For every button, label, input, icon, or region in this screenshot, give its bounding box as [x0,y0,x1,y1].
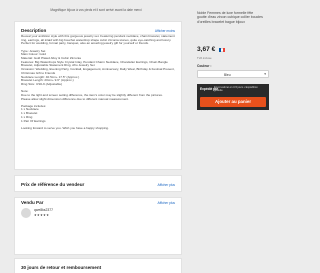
show-less-link[interactable]: Afficher moins [155,29,175,33]
product-price: 3,67 € [197,46,216,53]
add-to-cart-button[interactable]: Ajouter au panier [200,97,266,107]
france-flag-icon [219,48,225,52]
description-closing: Looking forward to serve you. Wish you h… [21,125,109,130]
shipping-text: Envoi estimé en 3-5 jours • Expédition g… [214,86,258,92]
description-note: Note: Due to the light and screen settin… [21,89,163,101]
returns-title: 30 jours de retour et remboursement [21,265,102,270]
color-select[interactable]: Bleu ▾ [197,70,269,78]
sold-by-more-link[interactable]: Afficher plus [158,201,175,205]
seller-reference-more-link[interactable]: Afficher plus [158,183,175,187]
sold-by-panel: Vendu Par Afficher plus qwe8ks2377 ★★★★★ [14,197,182,255]
seller-reference-panel: Prix de référence du vendeur Afficher pl… [14,175,182,192]
description-intro: Reveal your ambition style with this gor… [21,34,175,46]
buy-box: Expédié par Envoi estimé en 3-5 jours • … [197,84,269,110]
returns-panel[interactable]: 30 jours de retour et remboursement [14,258,182,273]
description-body: Reveal your ambition style with this gor… [21,34,175,130]
color-label: Couleur : [197,64,212,68]
description-panel: Description Afficher moins Reveal your a… [14,21,182,170]
package-includes: Package includes: 1 x Necklace 1 x Brace… [21,103,47,123]
star-icon: ★★★★★ [34,213,50,217]
seller-reference-title: Prix de référence du vendeur [21,182,85,187]
chevron-down-icon: ▾ [264,72,266,77]
description-title: Description [21,28,47,33]
sold-by-title: Vendu Par [21,200,44,205]
vat-note: TVA incluse [197,56,212,60]
product-title: Noble Femmes de luxe formelle fête goutt… [197,11,263,24]
avatar[interactable] [21,208,31,218]
color-select-value: Bleu [224,73,231,77]
review-banner: Magnifique bijoux à vos pieds et il sont… [50,8,142,12]
seller-name[interactable]: qwe8ks2377 [34,208,53,212]
description-specs: Type: Jewelry Set Main Colour: Gold Mate… [21,48,175,86]
